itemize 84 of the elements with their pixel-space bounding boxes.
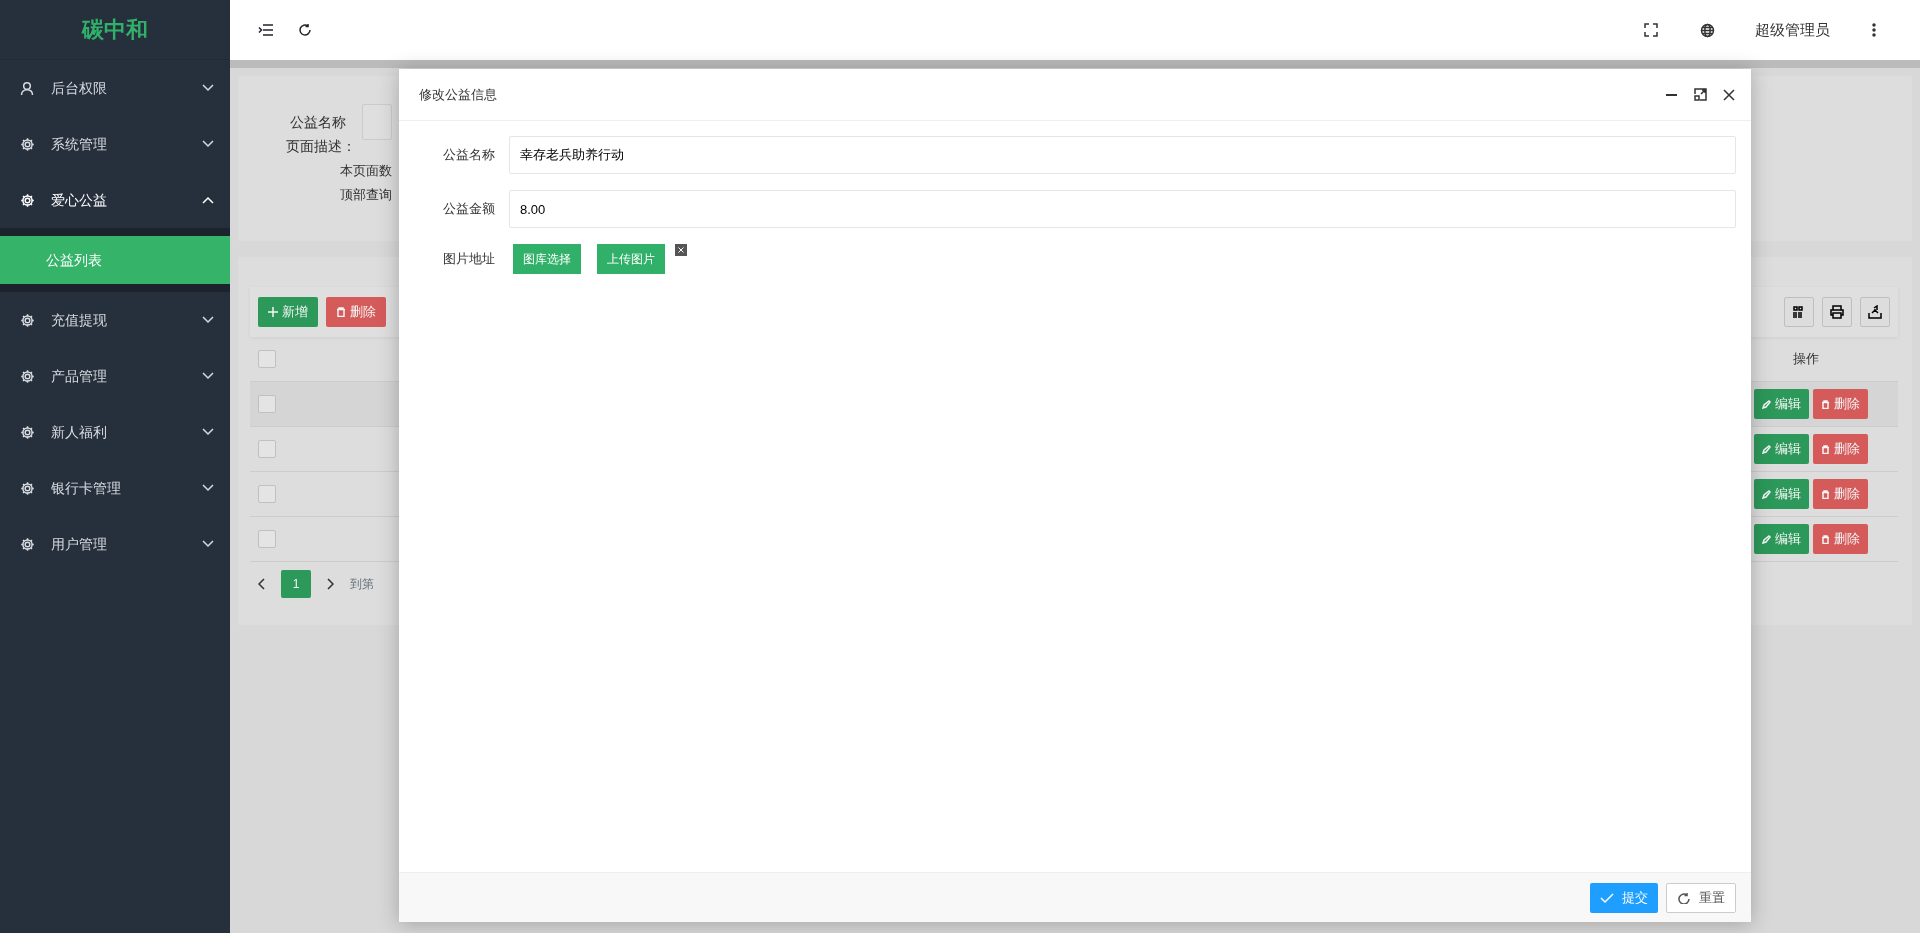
chevron-icon xyxy=(202,484,214,492)
description-text: 本页面数 xyxy=(340,162,392,180)
maximize-icon[interactable] xyxy=(1694,88,1707,101)
gear-icon xyxy=(20,136,35,152)
gear-icon xyxy=(20,480,35,496)
gear-icon xyxy=(20,192,35,208)
description-text: 顶部查询 xyxy=(340,185,392,204)
chevron-icon xyxy=(202,372,214,380)
trash-icon xyxy=(336,307,346,317)
delete-button[interactable]: 删除 xyxy=(326,297,386,327)
sidebar-subitem[interactable]: 公益列表 xyxy=(0,236,230,284)
edit-button[interactable]: 编辑 xyxy=(1754,389,1809,419)
sidebar-item[interactable]: 用户管理 xyxy=(0,516,230,572)
submit-button[interactable]: 提交 xyxy=(1590,882,1658,913)
user-icon xyxy=(20,80,35,96)
text-field[interactable]: 幸存老兵助养行动 xyxy=(509,136,1736,174)
text-field[interactable]: 8.00 xyxy=(509,190,1736,228)
plus-icon xyxy=(268,307,278,317)
chevron-icon xyxy=(202,196,214,204)
pencil-icon xyxy=(1762,489,1771,499)
gear-icon xyxy=(20,312,35,328)
sidebar-item[interactable]: 后台权限 xyxy=(0,60,230,116)
image-button[interactable]: 图库选择 xyxy=(513,244,581,274)
delete-button[interactable]: 删除 xyxy=(1813,434,1868,464)
more-icon[interactable] xyxy=(1872,23,1876,37)
checkbox[interactable] xyxy=(258,440,276,458)
checkbox[interactable] xyxy=(258,350,276,368)
trash-icon xyxy=(1821,534,1830,544)
pencil-icon xyxy=(1762,444,1771,454)
print-icon[interactable] xyxy=(1830,305,1844,319)
pencil-icon xyxy=(1762,534,1771,544)
prev-icon[interactable] xyxy=(258,578,265,590)
add-button[interactable]: 新增 xyxy=(258,297,318,327)
user-name[interactable]: 超级管理员 xyxy=(1755,18,1830,42)
checkbox[interactable] xyxy=(258,530,276,548)
chevron-icon xyxy=(202,540,214,548)
delete-button[interactable]: 删除 xyxy=(1813,479,1868,509)
close-icon[interactable] xyxy=(1723,88,1735,101)
gear-icon xyxy=(20,368,35,384)
image-button[interactable]: 上传图片 xyxy=(597,244,665,274)
page-button[interactable]: 1 xyxy=(281,570,311,598)
sidebar-item[interactable]: 银行卡管理 xyxy=(0,460,230,516)
description-title: 页面描述： xyxy=(286,137,356,156)
gear-icon xyxy=(20,536,35,552)
next-icon[interactable] xyxy=(327,578,334,590)
chevron-icon xyxy=(202,140,214,148)
delete-button[interactable]: 删除 xyxy=(1813,524,1868,554)
fullscreen-icon[interactable] xyxy=(1644,23,1658,37)
column-header: 操作 xyxy=(1792,350,1820,369)
trash-icon xyxy=(1821,489,1830,499)
check-icon xyxy=(1600,891,1614,904)
edit-button[interactable]: 编辑 xyxy=(1754,524,1809,554)
goto-label: 到第 xyxy=(350,576,374,593)
sidebar-item[interactable]: 新人福利 xyxy=(0,404,230,460)
trash-icon xyxy=(1821,399,1830,409)
refresh-icon[interactable] xyxy=(298,23,312,37)
trash-icon xyxy=(1821,444,1830,454)
export-icon[interactable] xyxy=(1868,305,1882,319)
field-label: 图片地址 xyxy=(442,250,496,269)
checkbox[interactable] xyxy=(258,395,276,413)
columns-icon[interactable] xyxy=(1792,305,1806,319)
edit-button[interactable]: 编辑 xyxy=(1754,479,1809,509)
chevron-icon xyxy=(202,316,214,324)
sidebar-item[interactable]: 爱心公益 xyxy=(0,172,230,228)
checkbox[interactable] xyxy=(258,485,276,503)
globe-icon[interactable] xyxy=(1700,22,1715,38)
field-label: 公益名称 xyxy=(442,146,496,165)
field-label: 公益名称 xyxy=(290,112,346,132)
dialog-title: 修改公益信息 xyxy=(419,85,498,104)
field-label: 公益金额 xyxy=(442,200,496,219)
delete-button[interactable]: 删除 xyxy=(1813,389,1868,419)
sidebar-item[interactable]: 充值提现 xyxy=(0,292,230,348)
fold-icon xyxy=(258,23,274,37)
sidebar-item[interactable]: 产品管理 xyxy=(0,348,230,404)
chevron-icon xyxy=(202,428,214,436)
refresh-icon xyxy=(1677,891,1691,904)
pencil-icon xyxy=(1762,399,1771,409)
broken-image-icon[interactable] xyxy=(675,244,687,256)
chevron-icon xyxy=(202,84,214,92)
sidebar-item[interactable]: 系统管理 xyxy=(0,116,230,172)
edit-button[interactable]: 编辑 xyxy=(1754,434,1809,464)
reset-button[interactable]: 重置 xyxy=(1666,882,1736,913)
search-field[interactable] xyxy=(362,104,392,140)
gear-icon xyxy=(20,424,35,440)
